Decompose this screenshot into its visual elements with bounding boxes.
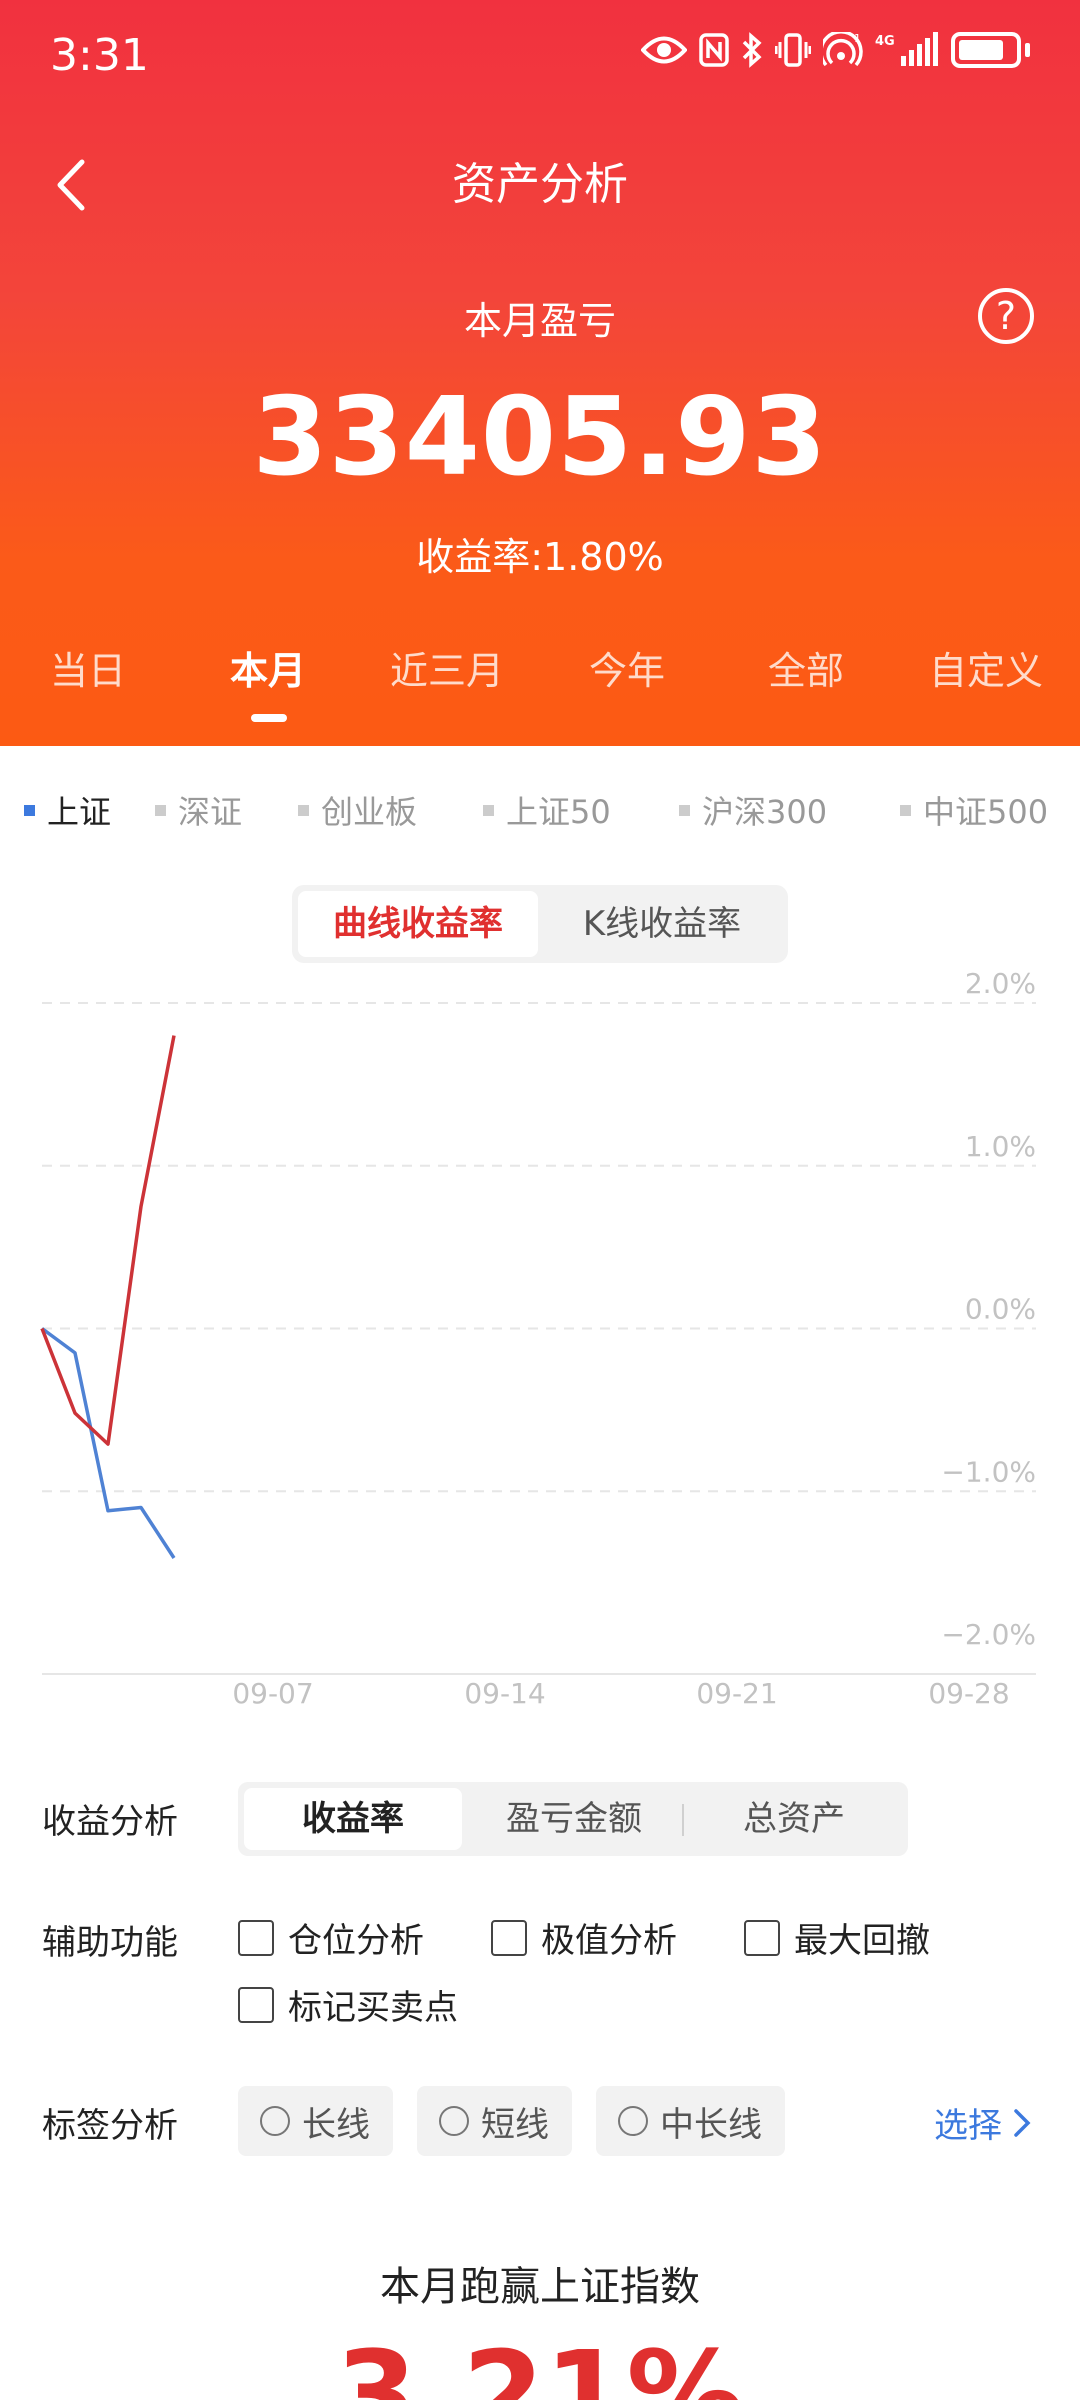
index-dot (900, 804, 911, 816)
series-line (40, 1035, 176, 1446)
4g-signal-icon: 4G (875, 32, 938, 66)
index-chinext[interactable]: 创业板 (298, 787, 417, 833)
checkbox[interactable] (238, 1919, 274, 1956)
pnl-value: 33405.93 (252, 375, 828, 500)
check-label: 极值分析 (541, 1921, 677, 1961)
index-dot (298, 804, 309, 816)
toggle-kline-return[interactable]: K线收益率 (542, 891, 782, 957)
index-csi300[interactable]: 沪深300 (679, 787, 827, 833)
index-szse[interactable]: 深证 (155, 787, 242, 833)
status-icons: 1 4G (641, 32, 1030, 68)
x-tick-label: 09-28 (928, 1677, 1009, 1710)
seg-divider (682, 1804, 684, 1836)
bluetooth-icon (742, 32, 762, 68)
eye-icon (641, 36, 687, 64)
toggle-curve-return[interactable]: 曲线收益率 (298, 891, 538, 957)
y-tick-label: 1.0% (965, 1130, 1036, 1163)
index-label: 上证 (47, 793, 112, 831)
tab-this-year[interactable]: 今年 (589, 640, 665, 695)
chip-label: 长线 (302, 2104, 370, 2145)
x-tick-label: 09-07 (232, 1677, 313, 1710)
checkbox[interactable] (491, 1919, 527, 1956)
y-tick-label: 0.0% (965, 1293, 1036, 1326)
checkbox[interactable] (238, 1986, 274, 2023)
y-tick-label: −1.0% (941, 1455, 1036, 1488)
help-icon[interactable]: ? (978, 288, 1034, 344)
radio-icon (439, 2106, 469, 2136)
aux-function-label: 辅助功能 (42, 1923, 178, 1963)
return-rate: 收益率:1.80% (416, 535, 664, 579)
index-sse[interactable]: 上证 (24, 787, 111, 833)
radio-icon (618, 2106, 648, 2136)
radio-icon (260, 2106, 290, 2136)
seg-pnl-amount[interactable]: 盈亏金额 (466, 1788, 682, 1850)
status-time: 3:31 (50, 30, 149, 81)
index-dot (155, 804, 166, 816)
x-tick-label: 09-21 (696, 1677, 777, 1710)
tab-custom[interactable]: 自定义 (929, 640, 1043, 695)
index-dot (679, 804, 690, 816)
check-position-analysis[interactable]: 仓位分析 (238, 1913, 424, 1962)
select-label: 选择 (934, 2106, 1002, 2146)
profit-analysis-segment: 收益率 盈亏金额 总资产 (238, 1782, 908, 1856)
svg-text:4G: 4G (875, 34, 895, 49)
vibrate-icon (775, 33, 811, 67)
outperform-title: 本月跑赢上证指数 (380, 2264, 700, 2310)
outperform-value: 3.21% (335, 2325, 745, 2400)
seg-return-rate[interactable]: 收益率 (244, 1788, 462, 1850)
pnl-label: 本月盈亏 (463, 299, 616, 343)
chevron-right-icon (1014, 2108, 1031, 2137)
chip-label: 短线 (481, 2104, 549, 2145)
checkbox[interactable] (744, 1919, 780, 1956)
index-label: 沪深300 (702, 793, 828, 831)
check-extreme-analysis[interactable]: 极值分析 (491, 1913, 677, 1962)
y-tick-label: −2.0% (941, 1618, 1036, 1651)
tag-long-term[interactable]: 长线 (238, 2086, 393, 2156)
index-label: 深证 (178, 793, 243, 831)
check-label: 最大回撤 (794, 1921, 930, 1961)
svg-text:1: 1 (854, 32, 861, 45)
chip-label: 中长线 (660, 2104, 762, 2145)
tag-short-term[interactable]: 短线 (417, 2086, 572, 2156)
battery-tip (1025, 43, 1030, 57)
index-label: 上证50 (506, 793, 611, 831)
check-max-drawdown[interactable]: 最大回撤 (744, 1913, 930, 1962)
select-link[interactable]: 选择 (934, 2098, 1036, 2147)
index-dot (483, 804, 494, 816)
nfc-icon (699, 33, 729, 67)
y-tick-label: 2.0% (965, 967, 1036, 1000)
index-label: 创业板 (321, 793, 418, 831)
x-tick-label: 09-14 (464, 1677, 545, 1710)
index-label: 中证500 (923, 793, 1049, 831)
tab-all[interactable]: 全部 (768, 640, 844, 695)
check-mark-trades[interactable]: 标记买卖点 (238, 1980, 458, 2029)
return-chart: 2.0% 1.0% 0.0% −1.0% −2.0% 09-07 09-14 09-21 09-… (40, 967, 1036, 1710)
status-bar: 3:31 1 4G (0, 0, 1080, 110)
page-title: 资产分析 (452, 159, 628, 210)
tag-analysis-label: 标签分析 (42, 2106, 178, 2146)
check-label: 仓位分析 (288, 1921, 424, 1961)
tag-mid-long-term[interactable]: 中长线 (596, 2086, 785, 2156)
period-tabs: 当日 本月 近三月 今年 全部 自定义 (0, 640, 1080, 720)
seg-total-assets[interactable]: 总资产 (686, 1788, 902, 1850)
tab-this-month[interactable]: 本月 (230, 640, 306, 695)
check-label: 标记买卖点 (288, 1988, 458, 2028)
tab-three-months[interactable]: 近三月 (390, 640, 504, 695)
battery-icon (951, 32, 1021, 68)
profit-analysis-label: 收益分析 (42, 1802, 178, 1842)
active-tab-indicator (251, 714, 287, 722)
chart-type-toggle: 曲线收益率 K线收益率 (292, 885, 788, 963)
index-sse50[interactable]: 上证50 (483, 787, 611, 833)
index-csi500[interactable]: 中证500 (900, 787, 1048, 833)
hotspot-icon: 1 (823, 32, 863, 67)
index-dot (24, 804, 35, 816)
tab-today[interactable]: 当日 (50, 640, 126, 695)
header-panel: 3:31 1 4G 资产分析 本月盈亏 ? 33405.93 收益率:1.80%… (0, 0, 1080, 746)
index-selector: 上证 深证 创业板 上证50 沪深300 中证500 (0, 787, 1080, 837)
